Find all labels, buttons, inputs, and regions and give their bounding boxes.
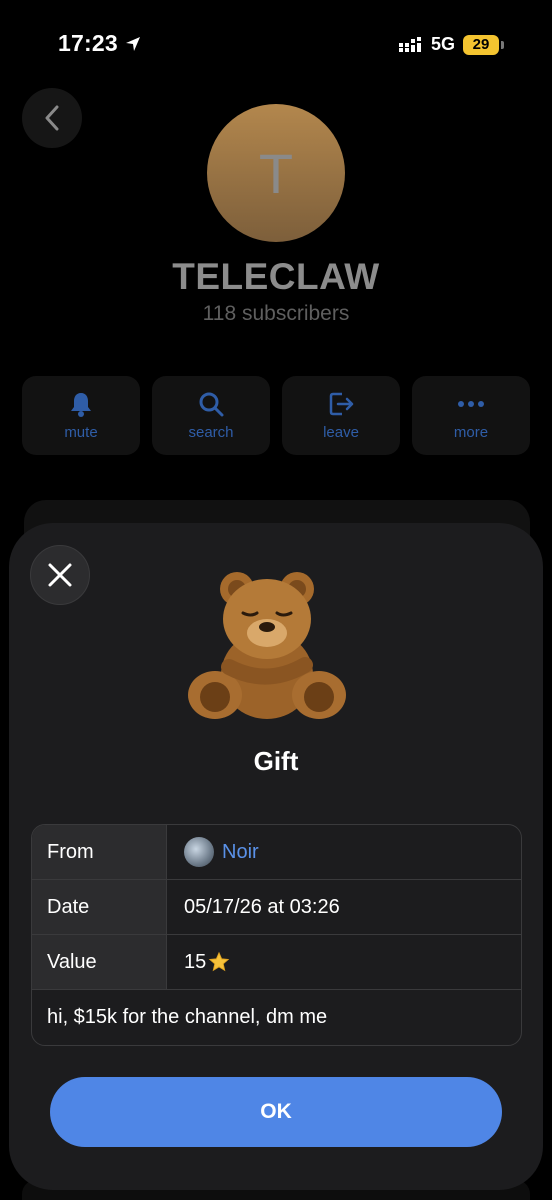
more-icon [458,401,484,407]
date-label: Date [32,880,167,934]
table-row: Value 15 [32,935,521,990]
sender-avatar [184,837,214,867]
leave-button[interactable]: leave [282,376,400,455]
search-button[interactable]: search [152,376,270,455]
channel-name: TELECLAW [172,256,380,297]
star-icon [208,951,230,972]
date-value: 05/17/26 at 03:26 [184,895,340,918]
teddy-bear-icon [188,572,346,719]
leave-label: leave [323,424,359,441]
close-button[interactable] [30,545,90,605]
subscriber-count: 118 subscribers [202,302,350,325]
mute-button[interactable]: mute [22,376,140,455]
search-icon [199,392,224,417]
search-label: search [188,424,234,441]
channel-avatar-initial: T [258,141,294,205]
gift-info-table: From Noir Date 05/17/26 at 03:26 Value 1… [31,824,522,1046]
more-button[interactable]: more [412,376,530,455]
channel-avatar: T [207,104,345,242]
from-label: From [32,825,167,879]
gift-sheet: Gift From Noir Date 05/17/26 at 03:26 Va… [9,523,543,1190]
gift-title: Gift [253,746,299,776]
back-button[interactable] [22,88,82,148]
mute-label: mute [64,424,98,441]
close-icon [48,563,72,587]
value-label: Value [32,935,167,989]
value-amount: 15 [184,950,207,973]
leave-icon [329,392,354,416]
action-buttons: mute search leave more [22,376,530,455]
sender-name-link[interactable]: Noir [222,841,259,864]
bell-icon [71,393,91,417]
value-value: 15 [167,935,521,989]
gift-message: hi, $15k for the channel, dm me [47,1006,328,1028]
ok-button[interactable]: OK [50,1077,502,1147]
table-row: Date 05/17/26 at 03:26 [32,880,521,935]
from-value[interactable]: Noir [167,825,521,879]
chevron-left-icon [45,105,59,131]
table-row: From Noir [32,825,521,880]
more-label: more [453,424,489,441]
